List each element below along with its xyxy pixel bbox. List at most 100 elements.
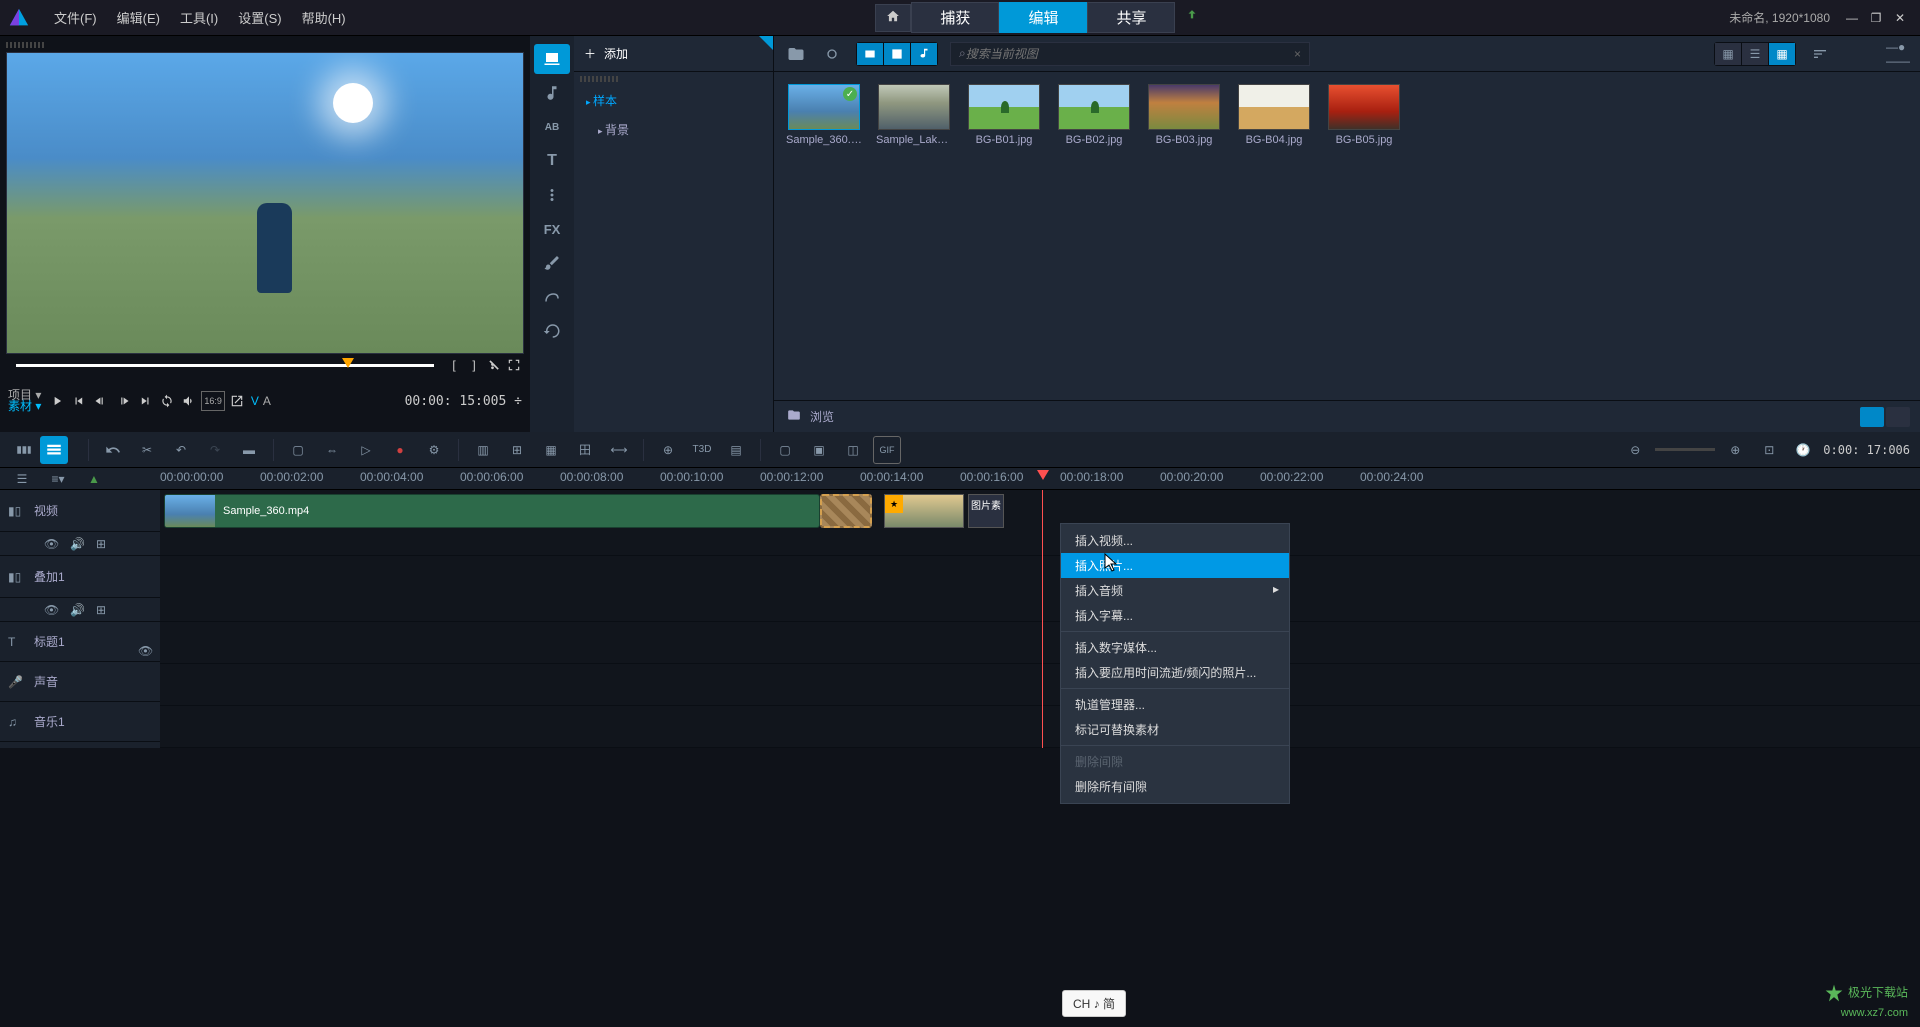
library-search[interactable]: ⌕ × [950,42,1310,66]
track-header-video[interactable]: ▮▯ 视频 [0,490,160,532]
tool-rec-icon[interactable]: ● [386,436,414,464]
lib-transition-icon[interactable]: AB [534,112,570,142]
redo-icon[interactable]: ↷ [201,436,229,464]
ctx-insert-timelapse[interactable]: 插入要应用时间流逝/频闪的照片... [1061,660,1289,685]
volume-icon[interactable] [179,391,199,411]
zoom-in-icon[interactable]: ⊕ [1721,436,1749,464]
ime-indicator[interactable]: CH ♪ 简 [1062,990,1126,1017]
filter-video-icon[interactable] [857,43,883,65]
timeline-lane-overlay[interactable] [160,556,1920,622]
tool-c-icon[interactable]: ▷ [352,436,380,464]
library-item[interactable]: ✓ Sample_360.m... [786,84,862,388]
lib-add-button[interactable]: ＋ 添加 [574,36,773,72]
expand-icon[interactable] [504,355,524,375]
import-folder-icon[interactable] [784,42,808,66]
step-forward-icon[interactable] [113,391,133,411]
filter-image-icon[interactable] [884,43,910,65]
loop-icon[interactable] [157,391,177,411]
view-grid-icon[interactable]: ▦ [1769,43,1795,65]
undo2-icon[interactable]: ↶ [167,436,195,464]
lib-path-icon[interactable] [534,282,570,312]
library-item[interactable]: Sample_Lake... [876,84,952,388]
tab-edit[interactable]: 编辑 [999,2,1087,33]
aspect-button[interactable]: 16:9 [201,391,225,411]
tb-f-icon[interactable]: ⊞ [503,436,531,464]
zoom-out-icon[interactable]: ⊖ [1621,436,1649,464]
minimize-button[interactable]: — [1843,9,1861,27]
tb-k-icon[interactable]: T3D [688,436,716,464]
timeline-view-icon[interactable] [40,436,68,464]
tree-item-samples[interactable]: 样本 [574,86,773,115]
library-item[interactable]: BG-B05.jpg [1326,84,1402,388]
timeline-lane-video[interactable]: Sample_360.mp4 ★ 图片素 [160,490,1920,556]
video-clip[interactable]: Sample_360.mp4 [164,494,820,528]
search-input[interactable] [966,47,1294,61]
footer-btn-2[interactable] [1886,407,1910,427]
lib-audio-icon[interactable] [534,78,570,108]
lib-overlay-icon[interactable] [534,180,570,210]
timeline-lane-sound[interactable] [160,664,1920,706]
browse-icon[interactable] [786,408,802,425]
zoom-slider[interactable] [1655,448,1715,451]
play-button[interactable] [47,391,67,411]
mark-in-icon[interactable]: [ [444,355,464,375]
ctx-insert-digital[interactable]: 插入数字媒体... [1061,635,1289,660]
tb-h-icon[interactable]: 田 [571,436,599,464]
goto-end-icon[interactable] [135,391,155,411]
tree-item-backgrounds[interactable]: 背景 [574,115,773,144]
maximize-button[interactable]: ❐ [1867,9,1885,27]
tb-n-icon[interactable]: ▣ [805,436,833,464]
tool-b-icon[interactable]: ⇔ [318,436,346,464]
close-button[interactable]: ✕ [1891,9,1909,27]
lib-color-icon[interactable] [534,248,570,278]
tb-p-icon[interactable]: GIF [873,436,901,464]
filter-audio-icon[interactable] [911,43,937,65]
tree-drag-handle[interactable] [580,76,620,82]
tab-capture[interactable]: 捕获 [911,2,999,33]
menu-edit[interactable]: 编辑(E) [107,8,170,27]
tb-j-icon[interactable]: ⊕ [654,436,682,464]
preview-scrubber[interactable] [16,364,434,367]
eye-icon[interactable]: 👁 [44,603,58,617]
timeline-lane-music[interactable] [160,706,1920,748]
speaker-icon[interactable]: 🔊 [70,603,84,617]
lock-icon[interactable]: ⊞ [96,537,110,551]
track-filter-icon[interactable]: ≡▾ [44,465,72,493]
preview-video[interactable] [6,52,524,354]
goto-start-icon[interactable] [69,391,89,411]
lock-icon[interactable]: ⊞ [96,603,110,617]
lib-history-icon[interactable] [534,316,570,346]
eye-icon[interactable]: 👁 [44,537,58,551]
tool-a-icon[interactable]: ▢ [284,436,312,464]
menu-settings[interactable]: 设置(S) [228,8,291,27]
playhead[interactable] [1042,490,1043,748]
browse-label[interactable]: 浏览 [810,408,834,425]
zoom-slider-icon[interactable]: —●—— [1886,42,1910,66]
menu-file[interactable]: 文件(F) [44,8,107,27]
timeline-lane-title[interactable] [160,622,1920,664]
tool-cut-icon[interactable]: ✂ [133,436,161,464]
library-item[interactable]: BG-B03.jpg [1146,84,1222,388]
clear-search-icon[interactable]: × [1294,47,1301,61]
speaker-icon[interactable]: 🔊 [70,537,84,551]
lib-media-icon[interactable] [534,44,570,74]
ctx-insert-image[interactable]: 插入照片... [1061,553,1289,578]
tool-d-icon[interactable]: ⚙ [420,436,448,464]
tb-i-icon[interactable]: ⟷ [605,436,633,464]
step-back-icon[interactable] [91,391,111,411]
lib-fx-icon[interactable]: FX [534,214,570,244]
track-header-title[interactable]: T 标题1 👁 [0,622,160,662]
library-item[interactable]: BG-B01.jpg [966,84,1042,388]
track-header-sound[interactable]: 🎤 声音 [0,662,160,702]
storyboard-view-icon[interactable] [10,436,38,464]
library-item[interactable]: BG-B02.jpg [1056,84,1132,388]
view-large-icon[interactable]: ▦ [1715,43,1741,65]
menu-help[interactable]: 帮助(H) [292,8,356,27]
ctx-insert-video[interactable]: 插入视频... [1061,528,1289,553]
resize-icon[interactable] [227,391,247,411]
cut-icon[interactable] [484,355,504,375]
tb-o-icon[interactable]: ◫ [839,436,867,464]
track-header-overlay[interactable]: ▮▯ 叠加1 [0,556,160,598]
ctx-track-manager[interactable]: 轨道管理器... [1061,692,1289,717]
track-header-music[interactable]: ♫ 音乐1 [0,702,160,742]
